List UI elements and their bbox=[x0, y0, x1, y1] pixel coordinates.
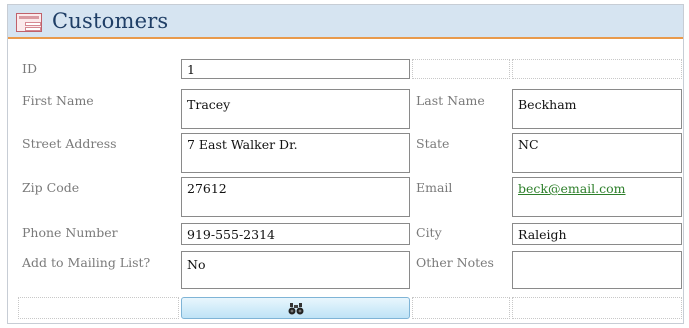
zip-code-field[interactable]: 27612 bbox=[181, 177, 410, 217]
phone-number-field[interactable]: 919-555-2314 bbox=[181, 223, 410, 245]
zip-code-label: Zip Code bbox=[22, 180, 80, 195]
last-name-label: Last Name bbox=[416, 93, 485, 108]
form-icon bbox=[16, 13, 42, 32]
city-field[interactable]: Raleigh bbox=[512, 223, 682, 245]
phone-number-label: Phone Number bbox=[22, 225, 118, 240]
empty-layout-cell bbox=[412, 297, 510, 319]
state-label: State bbox=[416, 136, 450, 151]
empty-layout-cell bbox=[512, 297, 682, 319]
city-label: City bbox=[416, 225, 442, 240]
binoculars-icon bbox=[288, 303, 304, 315]
empty-layout-cell bbox=[18, 297, 179, 319]
email-field[interactable]: beck@email.com bbox=[512, 177, 682, 217]
id-field[interactable]: 1 bbox=[181, 59, 410, 79]
customers-form: Customers ID 1 First Name Tracey Last Na… bbox=[7, 4, 684, 324]
other-notes-label: Other Notes bbox=[416, 255, 494, 270]
street-address-label: Street Address bbox=[22, 136, 117, 151]
email-label: Email bbox=[416, 180, 453, 195]
other-notes-field[interactable] bbox=[512, 251, 682, 289]
street-address-field[interactable]: 7 East Walker Dr. bbox=[181, 133, 410, 173]
form-header: Customers bbox=[8, 5, 683, 39]
empty-layout-cell bbox=[412, 59, 510, 79]
state-field[interactable]: NC bbox=[512, 133, 682, 173]
first-name-label: First Name bbox=[22, 93, 94, 108]
form-title: Customers bbox=[52, 9, 169, 33]
mailing-list-label: Add to Mailing List? bbox=[22, 255, 151, 270]
empty-layout-cell bbox=[512, 59, 682, 79]
search-button[interactable] bbox=[181, 297, 410, 319]
mailing-list-field[interactable]: No bbox=[181, 251, 410, 289]
id-label: ID bbox=[22, 61, 37, 76]
first-name-field[interactable]: Tracey bbox=[181, 89, 410, 129]
last-name-field[interactable]: Beckham bbox=[512, 89, 682, 129]
